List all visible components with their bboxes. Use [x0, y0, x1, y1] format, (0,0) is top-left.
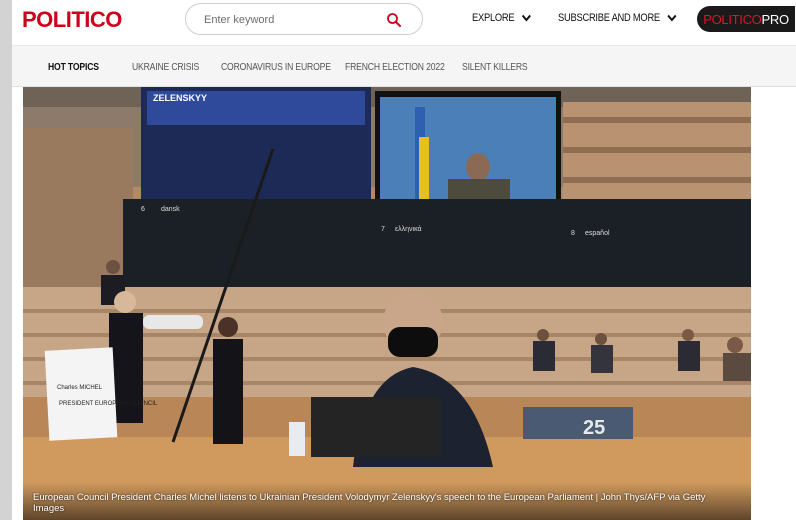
- chevron-down-icon: [667, 14, 677, 22]
- booth-language-espanol: español: [585, 230, 610, 237]
- nav-subscribe-and-more[interactable]: SUBSCRIBE AND MORE: [558, 12, 677, 24]
- nav-subscribe-label: SUBSCRIBE AND MORE: [558, 12, 660, 24]
- seat-number: 25: [583, 417, 605, 439]
- left-rail: [0, 0, 12, 520]
- hot-topics-label: HOT TOPICS: [48, 61, 99, 73]
- topic-french-election-2022[interactable]: FRENCH ELECTION 2022: [345, 61, 445, 73]
- search-icon[interactable]: [386, 12, 402, 28]
- pro-button-pro: PRO: [761, 11, 790, 27]
- politico-pro-button[interactable]: POLITICO PRO: [697, 6, 795, 32]
- booth-language-greek: ελληνικά: [395, 225, 422, 233]
- booth-language-dansk: dansk: [161, 206, 180, 213]
- placard-role: PRESIDENT EUROPEAN COUNCIL: [59, 401, 158, 407]
- booth-number-8: 8: [571, 230, 575, 237]
- pro-button-brand: POLITICO: [703, 11, 762, 27]
- search-input[interactable]: [204, 11, 374, 29]
- nav-explore[interactable]: EXPLORE: [472, 12, 531, 24]
- topic-coronavirus-in-europe[interactable]: CORONAVIRUS IN EUROPE: [221, 61, 331, 73]
- nav-explore-label: EXPLORE: [472, 12, 515, 24]
- booth-number-7: 7: [381, 226, 385, 233]
- photo-caption: European Council President Charles Miche…: [33, 492, 706, 514]
- chevron-down-icon: [521, 14, 531, 22]
- politico-logo[interactable]: POLITICO: [22, 7, 122, 33]
- site-header: POLITICO EXPLORE SUBSCRIBE AND MORE POLI…: [12, 0, 796, 44]
- placard-name: Charles MICHEL: [57, 385, 103, 391]
- hot-topics-bar: HOT TOPICS UKRAINE CRISIS CORONAVIRUS IN…: [12, 45, 796, 87]
- topic-ukraine-crisis[interactable]: UKRAINE CRISIS: [132, 61, 199, 73]
- search-box[interactable]: [185, 3, 423, 35]
- hero-photo: ZELENSKYY 6 dansk 7 ελληνικά 8 español C…: [23, 87, 751, 520]
- topic-silent-killers[interactable]: SILENT KILLERS: [462, 61, 528, 73]
- screen-speaker-name: ZELENSKYY: [153, 93, 207, 103]
- hero-image: ZELENSKYY 6 dansk 7 ελληνικά 8 español C…: [23, 87, 751, 520]
- booth-number-6: 6: [141, 206, 145, 213]
